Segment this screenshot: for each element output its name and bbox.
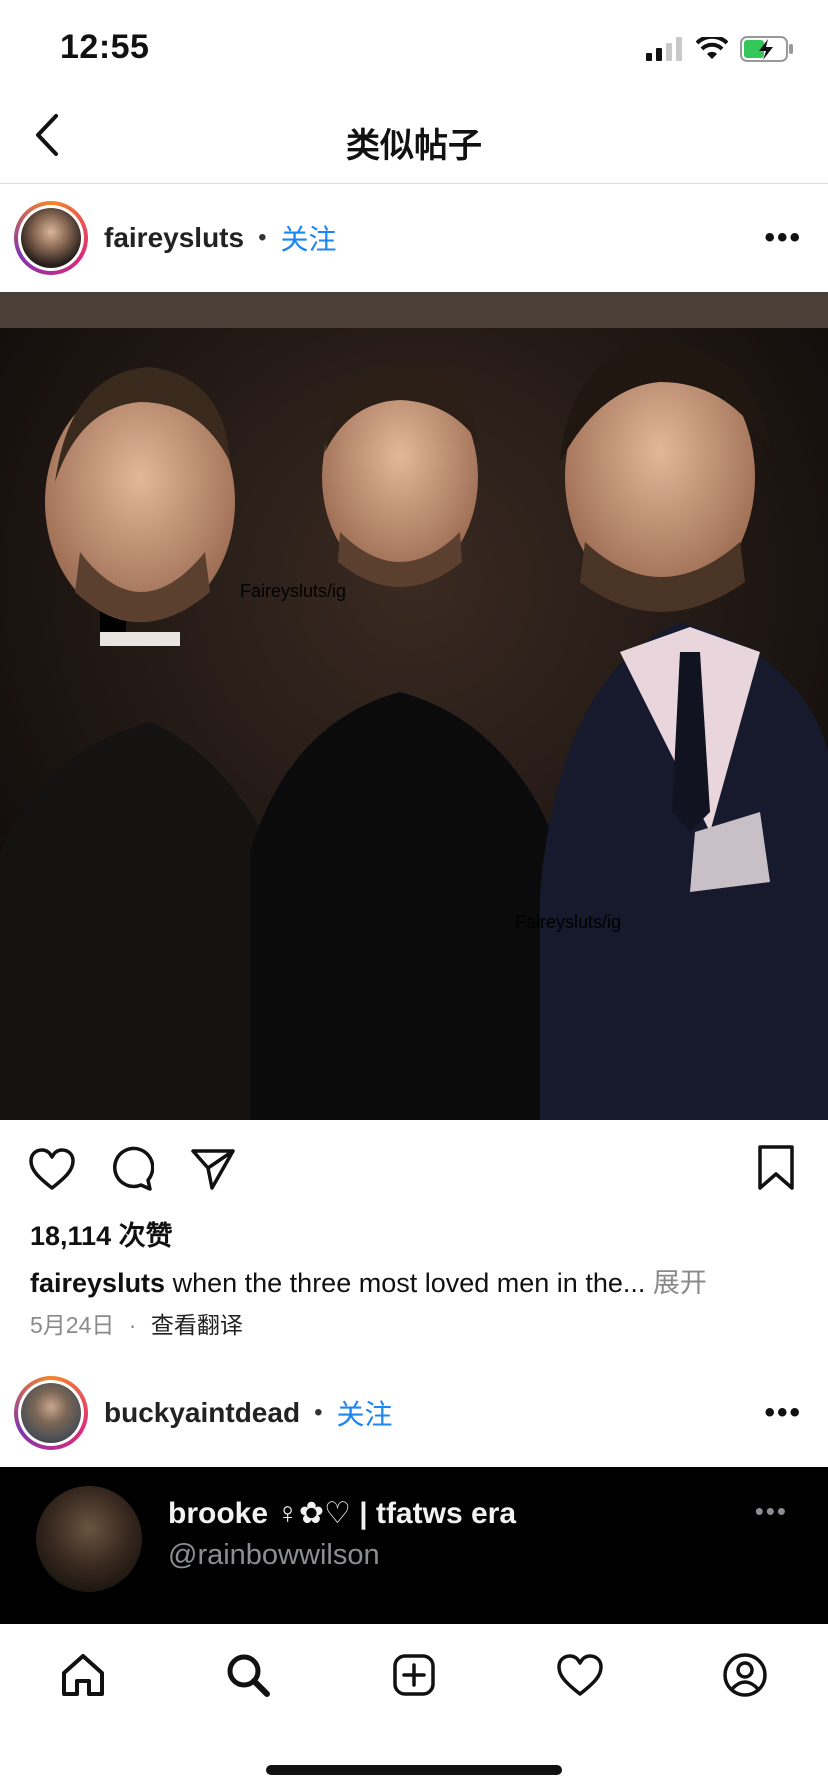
post-date: 5月24日 xyxy=(30,1312,115,1338)
post-actions xyxy=(0,1140,828,1200)
more-options-icon[interactable]: ••• xyxy=(764,1396,802,1430)
comment-icon[interactable] xyxy=(108,1146,154,1192)
add-post-icon[interactable] xyxy=(390,1651,438,1699)
like-heart-icon[interactable] xyxy=(28,1146,76,1192)
profile-icon[interactable] xyxy=(721,1651,769,1699)
post-header: faireysluts • 关注 ••• xyxy=(0,183,828,293)
more-options-icon[interactable]: ••• xyxy=(764,221,802,255)
follow-button[interactable]: 关注 xyxy=(280,218,336,258)
activity-heart-icon[interactable] xyxy=(556,1651,604,1699)
avatar[interactable] xyxy=(14,1376,88,1450)
wifi-icon xyxy=(696,37,728,59)
image-watermark: Faireysluts/ig xyxy=(515,912,621,932)
caption-text: when the three most loved men in the... xyxy=(172,1268,646,1298)
status-icons xyxy=(646,34,794,64)
status-time: 12:55 xyxy=(60,28,150,66)
home-icon[interactable] xyxy=(59,1651,107,1699)
bookmark-icon[interactable] xyxy=(756,1144,796,1192)
post-username[interactable]: buckyaintdead xyxy=(104,1397,300,1429)
tweet-avatar xyxy=(36,1486,142,1592)
search-icon[interactable] xyxy=(224,1651,272,1699)
image-watermark: Faireysluts/ig xyxy=(240,581,346,601)
photo-illustration: Faireysluts/ig Faireysluts/ig xyxy=(0,292,828,1120)
post-header: buckyaintdead • 关注 ••• xyxy=(0,1358,828,1468)
like-count[interactable]: 18,114 次赞 xyxy=(30,1214,173,1253)
expand-caption-link[interactable]: 展开 xyxy=(653,1268,707,1298)
page-title: 类似帖子 xyxy=(346,127,482,165)
see-translation-link[interactable]: 查看翻译 xyxy=(151,1312,243,1338)
post-meta: 5月24日 · 查看翻译 xyxy=(30,1306,243,1340)
separator-dot: • xyxy=(314,1399,323,1426)
battery-charging-icon xyxy=(740,36,793,62)
follow-button[interactable]: 关注 xyxy=(336,1393,392,1433)
separator-dot: • xyxy=(258,224,267,251)
caption: faireysluts when the three most loved me… xyxy=(30,1261,810,1300)
meta-separator: · xyxy=(128,1312,137,1338)
bottom-tab-bar xyxy=(0,1635,828,1715)
tweet-display-name: brooke ♀✿♡ | tfatws era xyxy=(168,1497,517,1530)
caption-username[interactable]: faireysluts xyxy=(30,1268,165,1298)
home-indicator[interactable] xyxy=(266,1765,562,1775)
avatar[interactable] xyxy=(14,201,88,275)
share-send-icon[interactable] xyxy=(190,1146,236,1192)
post-image[interactable]: Faireysluts/ig Faireysluts/ig xyxy=(0,292,828,1120)
tweet-handle: @rainbowwilson xyxy=(168,1539,380,1571)
tweet-more-icon: ••• xyxy=(754,1496,788,1526)
signal-icon xyxy=(646,37,682,61)
post-username[interactable]: faireysluts xyxy=(104,222,244,254)
